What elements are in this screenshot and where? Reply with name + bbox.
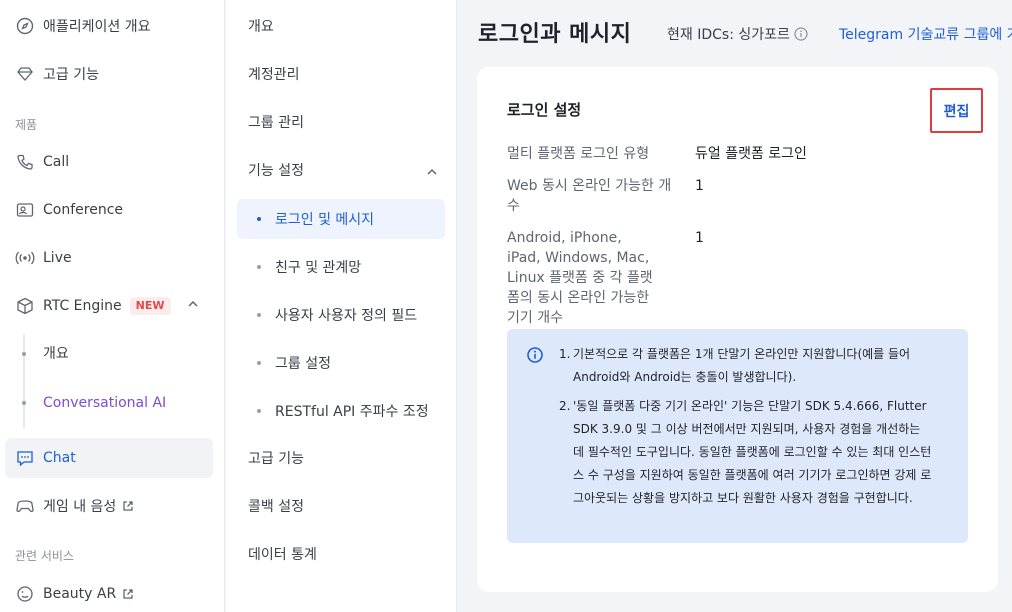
nav2-account-management[interactable]: 계정관리 (248, 65, 300, 85)
nav-game-voice[interactable]: 게임 내 음성 (5, 486, 213, 526)
setting-label: 멀티 플랫폼 로그인 유형 (507, 146, 650, 162)
diamond-icon (15, 64, 35, 84)
nav2-sub-label: 그룹 설정 (275, 356, 331, 372)
nav2-overview[interactable]: 개요 (248, 17, 274, 37)
nav2-group-management[interactable]: 그룹 관리 (248, 113, 304, 133)
notice-box: 1. 기본적으로 각 플랫폼은 1개 단말기 온라인만 지원합니다(예를 들어 A… (507, 329, 968, 543)
bullet (257, 217, 261, 221)
chevron-up-icon[interactable] (426, 163, 438, 182)
submenu-line (23, 334, 25, 428)
chat-sidebar: 개요 계정관리 그룹 관리 기능 설정 로그인 및 메시지 친구 및 관계망 사… (226, 0, 457, 612)
chevron-up-icon[interactable] (187, 298, 199, 314)
login-settings-card: 로그인 설정 편집 멀티 플랫폼 로그인 유형 듀얼 플랫폼 로그인 Web 동… (477, 67, 998, 592)
bullet (257, 313, 261, 317)
nav-app-overview[interactable]: 애플리케이션 개요 (5, 6, 213, 46)
nav-conversational-ai[interactable]: Conversational AI (43, 393, 166, 413)
compass-icon (15, 16, 35, 36)
page-title: 로그인과 메시지 (478, 22, 632, 47)
nav-rtc-engine[interactable]: RTC Engine NEW (5, 286, 213, 326)
notice-text: 기본적으로 각 플랫폼은 1개 단말기 온라인만 지원합니다(예를 들어 And… (573, 347, 911, 384)
conference-icon (15, 200, 35, 220)
nav-label: Call (43, 154, 70, 170)
section-products: 제품 (15, 118, 38, 132)
nav-label: 애플리케이션 개요 (43, 19, 151, 35)
nav2-sub-label: RESTful API 주파수 조정 (275, 404, 429, 420)
notice-item: 1. 기본적으로 각 플랫폼은 1개 단말기 온라인만 지원합니다(예를 들어 A… (559, 343, 934, 389)
setting-label: Web 동시 온라인 가능한 개수 (507, 178, 672, 214)
nav-label: RTC Engine (43, 298, 122, 314)
notice-list: 1. 기본적으로 각 플랫폼은 1개 단말기 온라인만 지원합니다(예를 들어 A… (559, 343, 934, 516)
bullet (257, 265, 261, 269)
nav-label: 고급 기능 (43, 67, 99, 83)
card-title: 로그인 설정 (507, 101, 582, 119)
idc-text: 현재 IDCs: 싱가포르 (667, 27, 790, 43)
nav-beauty-ar[interactable]: Beauty AR (5, 574, 213, 612)
nav-label: Beauty AR (43, 586, 117, 602)
nav2-callback-settings[interactable]: 콜백 설정 (248, 497, 304, 517)
setting-label: Android, iPhone, iPad, Windows, Mac, Lin… (507, 230, 653, 326)
phone-icon (15, 152, 35, 172)
setting-value: 듀얼 플랫폼 로그인 (695, 146, 807, 162)
info-icon (527, 347, 543, 367)
nav2-sub-label: 사용자 사용자 정의 필드 (275, 308, 418, 324)
main-content: 로그인과 메시지 현재 IDCs: 싱가포르 Telegram 기술교류 그룹에… (457, 0, 1012, 612)
nav2-login-message[interactable]: 로그인 및 메시지 (237, 199, 445, 239)
nav-chat[interactable]: Chat (5, 438, 213, 478)
submenu-bullet (22, 352, 26, 356)
setting-value: 1 (695, 230, 704, 246)
current-idc: 현재 IDCs: 싱가포르 (667, 24, 808, 44)
nav-rtc-overview[interactable]: 개요 (43, 344, 69, 364)
cube-icon (15, 296, 35, 316)
nav-label: Live (43, 250, 72, 266)
product-sidebar: 애플리케이션 개요 고급 기능 제품 Call Conference Live … (0, 0, 225, 612)
info-icon[interactable] (794, 27, 808, 41)
notice-text: '동일 플랫폼 다중 기기 온라인' 기능은 단말기 SDK 5.4.666, … (573, 399, 932, 505)
notice-item: 2. '동일 플랫폼 다중 기기 온라인' 기능은 단말기 SDK 5.4.666… (559, 395, 934, 510)
nav2-user-custom-fields[interactable]: 사용자 사용자 정의 필드 (237, 295, 445, 335)
nav2-feature-settings[interactable]: 기능 설정 (248, 161, 304, 181)
gamepad-icon (15, 496, 35, 516)
telegram-group-link[interactable]: Telegram 기술교류 그룹에 가 (839, 24, 1012, 44)
new-badge: NEW (129, 297, 171, 315)
nav2-sub-label: 로그인 및 메시지 (275, 212, 375, 228)
nav-conference[interactable]: Conference (5, 190, 213, 230)
bullet (257, 361, 261, 365)
nav-label: Conference (43, 202, 124, 218)
nav2-data-statistics[interactable]: 데이터 통계 (248, 545, 317, 565)
nav2-group-settings[interactable]: 그룹 설정 (237, 343, 445, 383)
bullet (257, 409, 261, 413)
nav2-friends-relations[interactable]: 친구 및 관계망 (237, 247, 445, 287)
beauty-icon (15, 584, 35, 604)
external-link-icon (122, 588, 134, 600)
edit-button[interactable]: 편집 (930, 88, 983, 133)
section-related-services: 관련 서비스 (15, 549, 75, 563)
nav-label: 게임 내 음성 (43, 499, 117, 515)
nav-label: Chat (43, 450, 76, 466)
external-link-icon (122, 500, 134, 512)
nav2-restful-api-rate[interactable]: RESTful API 주파수 조정 (237, 391, 445, 431)
chat-icon (15, 448, 35, 468)
submenu-bullet (22, 401, 26, 405)
nav-call[interactable]: Call (5, 142, 213, 182)
broadcast-icon (15, 248, 35, 268)
nav-advanced-features[interactable]: 고급 기능 (5, 54, 213, 94)
setting-value: 1 (695, 178, 704, 194)
nav2-sub-label: 친구 및 관계망 (275, 260, 362, 276)
nav2-advanced-features[interactable]: 고급 기능 (248, 449, 304, 469)
nav-live[interactable]: Live (5, 238, 213, 278)
